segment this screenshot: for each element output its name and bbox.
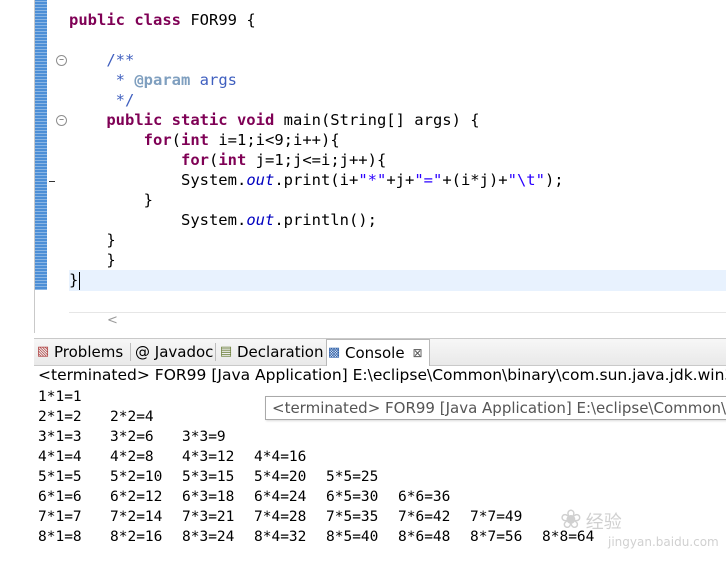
overview-ruler bbox=[35, 0, 47, 290]
code-line[interactable]: */ bbox=[69, 90, 135, 110]
console-output-cell: 8*2=16 bbox=[110, 529, 163, 545]
console-output-cell: 8*5=40 bbox=[326, 529, 379, 545]
console-output-cell: 7*3=21 bbox=[182, 509, 235, 525]
console-output-cell: 4*4=16 bbox=[254, 449, 307, 465]
code-line[interactable]: public static void main(String[] args) { bbox=[69, 110, 479, 130]
console-output-cell: 1*1=1 bbox=[38, 389, 82, 405]
tab-console[interactable]: ▩ Console ⊠ bbox=[326, 339, 430, 366]
text-caret bbox=[79, 271, 81, 290]
console-output-cell: 7*4=28 bbox=[254, 509, 307, 525]
console-output-cell: 6*2=12 bbox=[110, 489, 163, 505]
console-icon: ▩ bbox=[327, 345, 341, 360]
watermark-logo: ❀ 经验 jingyan.baidu.com bbox=[560, 505, 719, 549]
code-line[interactable]: } bbox=[69, 230, 115, 250]
horizontal-scrollbar[interactable]: < bbox=[69, 312, 726, 331]
console-output-cell: 7*2=14 bbox=[110, 509, 163, 525]
view-tab-bar: ▧ Problems @ Javadoc ▤ Declaration ▩ Con… bbox=[34, 338, 726, 366]
fold-toggle-icon[interactable]: − bbox=[56, 115, 67, 126]
console-output-cell: 5*1=5 bbox=[38, 469, 82, 485]
code-line[interactable]: } bbox=[69, 190, 153, 210]
fold-toggle-icon[interactable]: − bbox=[56, 55, 67, 66]
console-output-cell: 8*6=48 bbox=[398, 529, 451, 545]
console-output-cell: 7*5=35 bbox=[326, 509, 379, 525]
problems-icon: ▧ bbox=[36, 344, 50, 359]
tab-label: Declaration bbox=[237, 343, 324, 361]
console-output-cell: 6*3=18 bbox=[182, 489, 235, 505]
console-output-cell: 5*3=15 bbox=[182, 469, 235, 485]
console-output-cell: 6*4=24 bbox=[254, 489, 307, 505]
code-line[interactable]: * @param args bbox=[69, 70, 237, 90]
console-output-cell: 7*1=7 bbox=[38, 509, 82, 525]
console-output-cell: 4*1=4 bbox=[38, 449, 82, 465]
tab-javadoc[interactable]: @ Javadoc bbox=[135, 340, 213, 364]
ruler-gap bbox=[47, 0, 51, 290]
console-output-cell: 8*7=56 bbox=[470, 529, 523, 545]
console-output-cell: 2*1=2 bbox=[38, 409, 82, 425]
tab-label: @ Javadoc bbox=[135, 343, 214, 361]
code-editor[interactable]: − − public class FOR99 { /** * @param ar… bbox=[34, 0, 726, 333]
code-line[interactable]: for(int i=1;i<9;i++){ bbox=[69, 130, 340, 150]
code-line[interactable]: } bbox=[69, 250, 115, 270]
console-output-cell: 4*3=12 bbox=[182, 449, 235, 465]
console-output-cell: 8*4=32 bbox=[254, 529, 307, 545]
console-output-cell: 4*2=8 bbox=[110, 449, 154, 465]
code-line[interactable]: /** bbox=[69, 50, 134, 70]
code-line[interactable]: System.out.println(); bbox=[69, 210, 377, 230]
quick-diff-marker bbox=[49, 181, 55, 182]
declaration-icon: ▤ bbox=[219, 344, 233, 359]
console-output-cell: 7*7=49 bbox=[470, 509, 523, 525]
console-output-cell: 2*2=4 bbox=[110, 409, 154, 425]
console-output-cell: 3*3=9 bbox=[182, 429, 226, 445]
tab-label: Problems bbox=[54, 343, 124, 361]
console-output-cell: 6*1=6 bbox=[38, 489, 82, 505]
tab-problems[interactable]: ▧ Problems bbox=[36, 340, 123, 364]
console-output-cell: 5*5=25 bbox=[326, 469, 379, 485]
current-line-highlight bbox=[69, 270, 726, 291]
console-output-cell: 5*2=10 bbox=[110, 469, 163, 485]
console-output-cell: 3*1=3 bbox=[38, 429, 82, 445]
console-process-label: <terminated> FOR99 [Java Application] E:… bbox=[38, 366, 726, 384]
code-line[interactable]: System.out.print(i+"*"+j+"="+(i*j)+"\t")… bbox=[69, 170, 564, 190]
console-output-cell: 8*3=24 bbox=[182, 529, 235, 545]
code-line[interactable]: } bbox=[69, 270, 81, 290]
code-line[interactable]: for(int j=1;j<=i;j++){ bbox=[69, 150, 386, 170]
scroll-left-icon[interactable]: < bbox=[107, 313, 118, 328]
tab-label: Console bbox=[345, 344, 405, 362]
tab-declaration[interactable]: ▤ Declaration bbox=[219, 340, 324, 364]
console-output-cell: 6*6=36 bbox=[398, 489, 451, 505]
console-output-cell: 8*1=8 bbox=[38, 529, 82, 545]
code-line[interactable]: public class FOR99 { bbox=[69, 10, 256, 30]
console-output-cell: 6*5=30 bbox=[326, 489, 379, 505]
console-output-cell: 5*4=20 bbox=[254, 469, 307, 485]
tooltip: <terminated> FOR99 [Java Application] E:… bbox=[265, 396, 726, 420]
close-icon[interactable]: ⊠ bbox=[413, 346, 423, 360]
console-output-cell: 3*2=6 bbox=[110, 429, 154, 445]
console-output-cell: 7*6=42 bbox=[398, 509, 451, 525]
